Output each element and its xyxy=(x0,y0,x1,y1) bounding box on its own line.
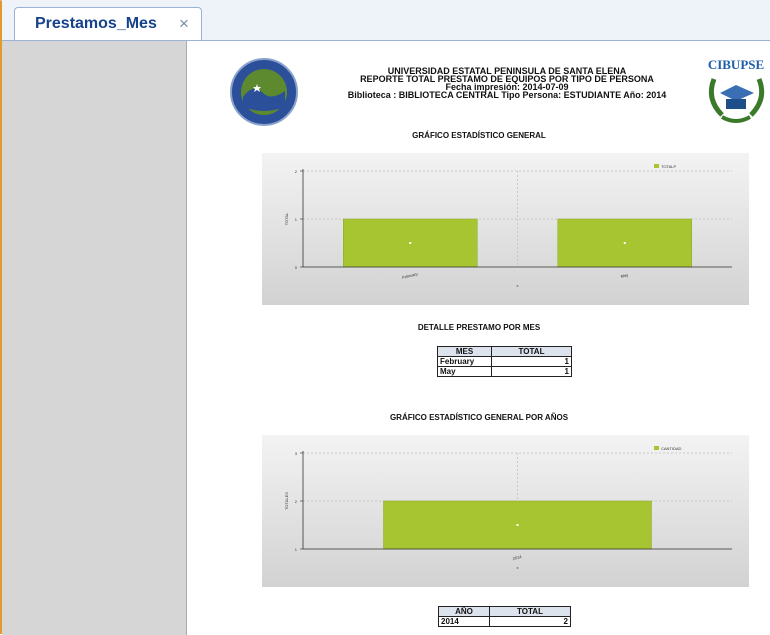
header-library-info: Biblioteca : BIBLIOTECA CENTRAL Tipo Per… xyxy=(347,90,667,100)
detail-title: DETALLE PRESTAMO POR MES xyxy=(417,323,541,332)
y-tick-label: 3 xyxy=(295,451,298,456)
x-axis-label: x xyxy=(517,565,519,570)
y-tick-label: 2 xyxy=(295,499,298,504)
x-tick-label: May xyxy=(620,272,629,279)
total-header: TOTAL xyxy=(491,346,572,357)
tab-bar: Prestamos_Mes × xyxy=(2,0,770,41)
legend-label: TOTALP xyxy=(661,164,677,169)
total-cell: 1 xyxy=(491,356,572,367)
anio-table: AÑO TOTAL 2014 2 xyxy=(438,606,571,627)
table-row: 2014 2 xyxy=(438,616,571,627)
tab-label: Prestamos_Mes xyxy=(35,15,157,32)
total-cell: 2 xyxy=(489,616,571,627)
university-seal-logo xyxy=(230,58,298,126)
anio-header: AÑO xyxy=(438,606,490,617)
total-cell: 1 xyxy=(491,366,572,377)
close-icon[interactable]: × xyxy=(179,14,189,34)
y-tick-label: 0 xyxy=(295,265,298,270)
bar-marker xyxy=(409,242,412,244)
legend-swatch xyxy=(654,446,659,450)
chart-general: 0 1 2 February May TOTAL x TOTALP xyxy=(262,153,749,305)
x-tick-label: 2014 xyxy=(512,554,523,561)
chart-por-anios-svg: 1 2 3 2014 TOTALES x CANTIDAD xyxy=(284,446,732,570)
table-row: May 1 xyxy=(437,366,572,377)
chart-por-anios: 1 2 3 2014 TOTALES x CANTIDAD xyxy=(262,435,749,587)
y-tick-label: 1 xyxy=(295,547,298,552)
x-axis-label: x xyxy=(517,283,519,288)
bar-marker xyxy=(516,524,519,526)
y-axis-label: TOTALES xyxy=(284,492,289,510)
chart2-title: GRÁFICO ESTADÍSTICO GENERAL POR AÑOS xyxy=(389,413,569,422)
total-header: TOTAL xyxy=(489,606,571,617)
mes-cell: February xyxy=(437,356,492,367)
y-tick-label: 2 xyxy=(295,169,298,174)
legend-swatch xyxy=(654,164,659,168)
mes-cell: May xyxy=(437,366,492,377)
tab-prestamos-mes[interactable]: Prestamos_Mes × xyxy=(14,7,202,40)
x-tick-label: February xyxy=(402,271,419,280)
bar-marker xyxy=(623,242,626,244)
cibupse-logo-text: CIBUPSE xyxy=(708,57,764,72)
chart1-title: GRÁFICO ESTADÍSTICO GENERAL xyxy=(412,131,546,140)
table-row: February 1 xyxy=(437,356,572,367)
report-page: UNIVERSIDAD ESTATAL PENINSULA DE SANTA E… xyxy=(186,41,770,635)
chart-general-svg: 0 1 2 February May TOTAL x TOTALP xyxy=(284,164,732,288)
y-tick-label: 1 xyxy=(295,217,298,222)
y-axis-label: TOTAL xyxy=(284,212,289,225)
legend-label: CANTIDAD xyxy=(661,446,682,451)
mes-header: MES xyxy=(437,346,492,357)
report-header: UNIVERSIDAD ESTATAL PENINSULA DE SANTA E… xyxy=(297,67,717,100)
cibupse-logo: CIBUPSE xyxy=(708,57,764,123)
mes-table: MES TOTAL February 1 May 1 xyxy=(437,346,572,377)
anio-cell: 2014 xyxy=(438,616,490,627)
